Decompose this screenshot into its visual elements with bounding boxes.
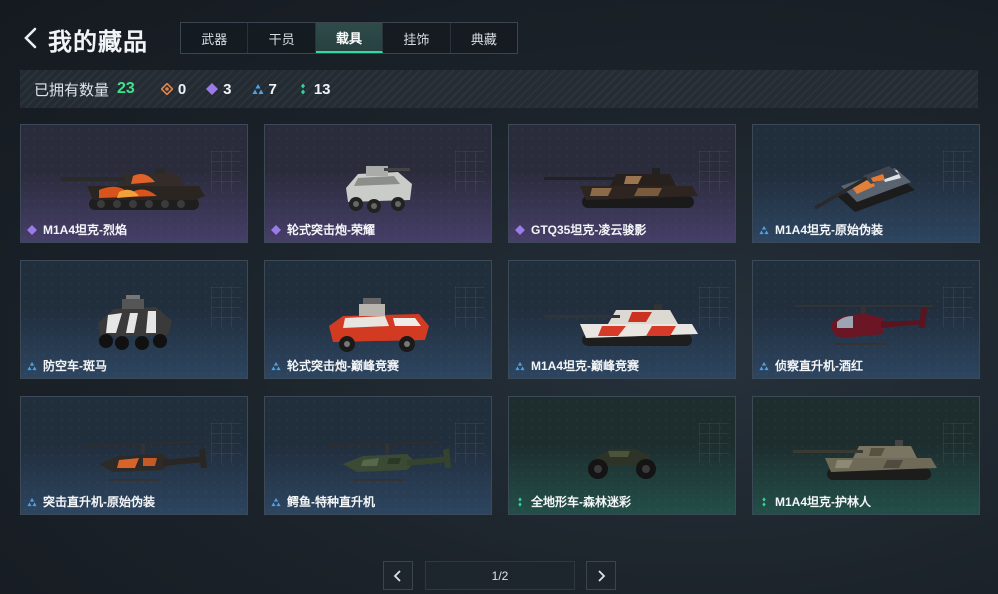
green-tier-stat: 13: [297, 81, 331, 98]
chevron-left-icon: [24, 27, 37, 49]
vehicle-grid: M1A4坦克-烈焰 轮式突击炮-荣耀 GTQ35坦克-凌云骏影 M1A4坦克-原…: [20, 124, 980, 515]
helicopter-icon: [21, 427, 247, 493]
vehicle-card[interactable]: 侦察直升机-酒红: [752, 260, 980, 379]
helicopter-icon: [265, 427, 491, 493]
purple-rarity-icon: [515, 224, 525, 235]
vehicle-name: M1A4坦克-巅峰竞赛: [515, 357, 639, 374]
green-rarity-icon: [762, 496, 766, 507]
vehicle-name: 轮式突击炮-荣耀: [271, 221, 375, 238]
tank-icon: [753, 155, 979, 221]
vehicle-name: GTQ35坦克-凌云骏影: [515, 221, 646, 238]
vehicle-name: 突击直升机-原始伪装: [27, 493, 155, 510]
vehicle-name: M1A4坦克-护林人: [759, 493, 871, 510]
purple-rarity-icon: [271, 224, 281, 235]
vehicle-name: M1A4坦克-烈焰: [27, 221, 127, 238]
tank-icon: [753, 427, 979, 493]
vehicle-name-label: 鳄鱼-特种直升机: [287, 495, 375, 509]
vehicle-name: M1A4坦克-原始伪装: [759, 221, 883, 238]
blue-rarity-icon: [515, 361, 525, 370]
tab-vehicles[interactable]: 载具: [315, 23, 384, 53]
vehicle-name-label: M1A4坦克-原始伪装: [775, 223, 884, 237]
helicopter-icon: [753, 291, 979, 357]
vehicle-name-label: M1A4坦克-烈焰: [43, 223, 128, 237]
owned-count-label: 已拥有数量: [34, 81, 110, 99]
vehicle-name: 鳄鱼-特种直升机: [271, 493, 375, 510]
vehicle-card[interactable]: 鳄鱼-特种直升机: [264, 396, 492, 515]
vehicle-card[interactable]: 防空车-斑马: [20, 260, 248, 379]
vehicle-name-label: 侦察直升机-酒红: [775, 359, 863, 373]
vehicle-card[interactable]: 轮式突击炮-巅峰竞赛: [264, 260, 492, 379]
atv-icon: [509, 427, 735, 493]
purple-diamond-icon: [206, 83, 219, 95]
page-title: 我的藏品: [48, 29, 148, 56]
blue-tier-count: 7: [268, 80, 277, 98]
purple-rarity-icon: [27, 224, 37, 235]
blue-rarity-icon: [759, 225, 769, 234]
vehicle-card[interactable]: 轮式突击炮-荣耀: [264, 124, 492, 243]
green-dots-icon: [300, 83, 305, 95]
vehicle-card[interactable]: 突击直升机-原始伪装: [20, 396, 248, 515]
vehicle-name: 轮式突击炮-巅峰竞赛: [271, 357, 399, 374]
tank-icon: [509, 291, 735, 357]
orange-diamond-icon: [160, 83, 173, 95]
orange-tier-stat: 0: [160, 80, 187, 98]
tab-weapons[interactable]: 武器: [181, 23, 249, 53]
green-rarity-icon: [518, 496, 522, 507]
back-button[interactable]: [18, 24, 44, 52]
chevron-right-icon: [598, 569, 606, 582]
vehicle-name-label: M1A4坦克-巅峰竞赛: [531, 359, 640, 373]
vehicle-card[interactable]: M1A4坦克-巅峰竞赛: [508, 260, 736, 379]
green-tier-count: 13: [313, 80, 331, 98]
prev-page-button[interactable]: [383, 561, 413, 590]
tank-icon: [21, 155, 247, 221]
blue-tier-stat: 7: [252, 81, 277, 98]
purple-tier-stat: 3: [206, 80, 232, 98]
armored-car-icon: [265, 155, 491, 221]
tank-icon: [509, 155, 735, 221]
owned-stats-bar: 已拥有数量 23 0 3 7 13: [20, 70, 978, 108]
blue-rarity-icon: [27, 361, 37, 370]
vehicle-name-label: M1A4坦克-护林人: [775, 495, 872, 509]
next-page-button[interactable]: [586, 561, 616, 590]
vehicle-card[interactable]: 全地形车-森林迷彩: [508, 396, 736, 515]
owned-count-total: 23: [117, 80, 135, 97]
vehicle-name-label: 轮式突击炮-荣耀: [287, 223, 375, 237]
armored-car-icon: [21, 291, 247, 357]
blue-triangle-icon: [252, 84, 263, 94]
vehicle-name-label: 轮式突击炮-巅峰竞赛: [287, 359, 399, 373]
vehicle-name-label: 突击直升机-原始伪装: [43, 495, 155, 509]
vehicle-name: 侦察直升机-酒红: [759, 357, 863, 374]
purple-tier-count: 3: [223, 80, 232, 98]
vehicle-name-label: 全地形车-森林迷彩: [531, 495, 631, 509]
vehicle-card[interactable]: M1A4坦克-原始伪装: [752, 124, 980, 243]
vehicle-card[interactable]: GTQ35坦克-凌云骏影: [508, 124, 736, 243]
category-tabs: 武器 干员 载具 挂饰 典藏: [180, 22, 518, 54]
tab-charms[interactable]: 挂饰: [383, 23, 451, 53]
page-indicator: 1/2: [425, 561, 575, 590]
orange-tier-count: 0: [177, 80, 187, 98]
vehicle-name: 全地形车-森林迷彩: [515, 493, 631, 510]
vehicle-name-label: 防空车-斑马: [43, 359, 107, 373]
blue-rarity-icon: [271, 497, 281, 506]
armored-car-icon: [265, 291, 491, 357]
vehicle-name-label: GTQ35坦克-凌云骏影: [531, 223, 647, 237]
vehicle-card[interactable]: M1A4坦克-护林人: [752, 396, 980, 515]
tab-collection[interactable]: 典藏: [451, 23, 517, 53]
blue-rarity-icon: [271, 361, 281, 370]
vehicle-name: 防空车-斑马: [27, 357, 107, 374]
tab-operators[interactable]: 干员: [248, 23, 316, 53]
vehicle-card[interactable]: M1A4坦克-烈焰: [20, 124, 248, 243]
chevron-left-icon: [393, 569, 401, 582]
blue-rarity-icon: [759, 361, 769, 370]
blue-rarity-icon: [27, 497, 37, 506]
